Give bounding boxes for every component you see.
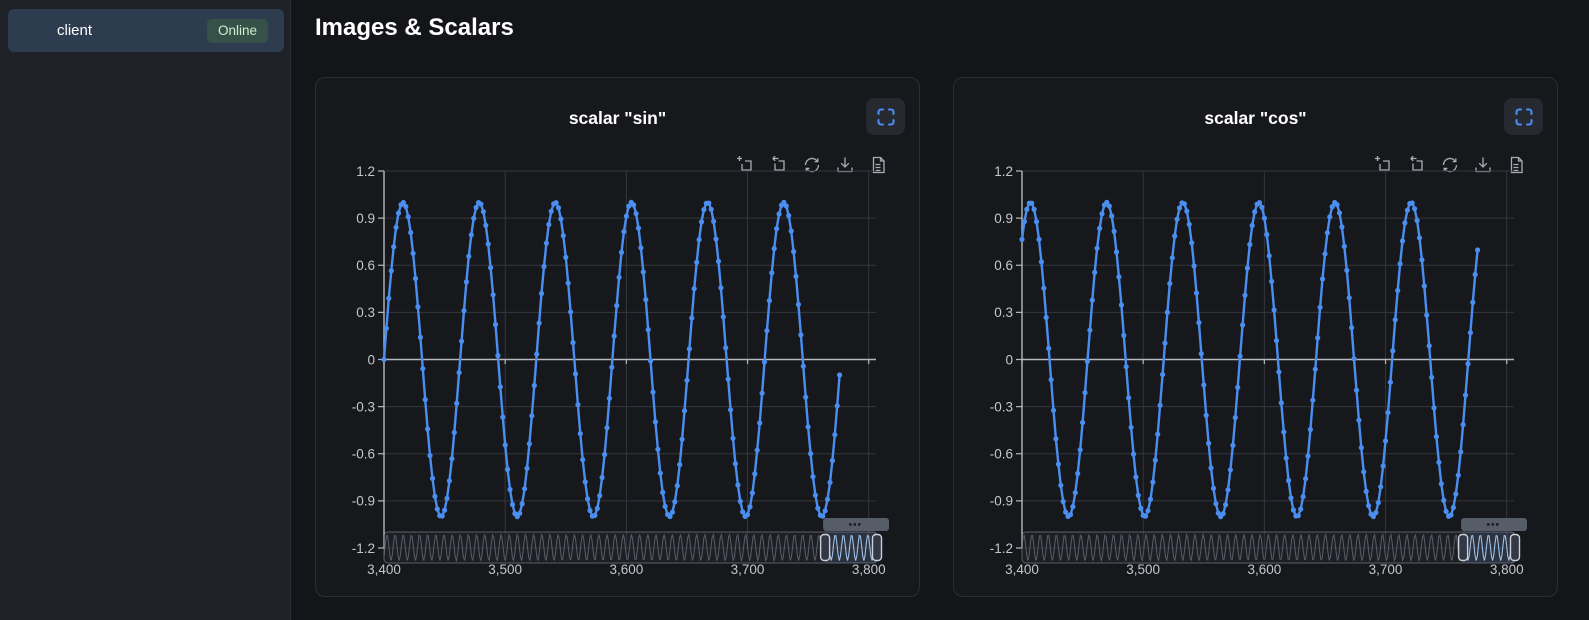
y-axis-label: 0 (367, 352, 375, 367)
main-content: Images & Scalars scalar "sin" (291, 0, 1589, 620)
fullscreen-expand-icon (876, 107, 896, 127)
y-axis-label: 0.3 (994, 305, 1013, 320)
chart-panel-sin: scalar "sin" (315, 77, 920, 597)
y-axis-label: -1.2 (990, 541, 1013, 556)
x-axis-label: 3,800 (852, 562, 886, 577)
move-handle-dots-icon (858, 523, 861, 526)
fullscreen-expand-icon (1514, 107, 1534, 127)
y-axis-label: -0.6 (990, 447, 1013, 462)
y-axis-label: 0.9 (994, 211, 1013, 226)
y-axis-label: 0.3 (356, 305, 375, 320)
y-axis-label: -0.3 (352, 399, 375, 414)
y-axis-label: -0.9 (990, 494, 1013, 509)
chart-canvas[interactable]: 1.20.90.60.30-0.3-0.6-0.9-1.23,4003,5003… (954, 171, 1557, 591)
chart-panel-cos: scalar "cos" (953, 77, 1558, 597)
move-handle-dots-icon (1496, 523, 1499, 526)
x-axis-label: 3,400 (1005, 562, 1039, 577)
x-axis-label: 3,700 (1369, 562, 1403, 577)
y-axis-label: 0 (1005, 352, 1013, 367)
y-axis-label: 0.6 (356, 258, 375, 273)
x-axis-label: 3,800 (1490, 562, 1524, 577)
sidebar: client Online (0, 0, 291, 620)
x-axis-label: 3,600 (609, 562, 643, 577)
datazoom-handle-right[interactable] (873, 535, 882, 561)
x-axis-label: 3,400 (367, 562, 401, 577)
online-status-badge: Online (207, 18, 268, 42)
datazoom-handle-right[interactable] (1511, 535, 1520, 561)
x-axis-label: 3,500 (488, 562, 522, 577)
datazoom-handle-left[interactable] (821, 535, 830, 561)
y-axis-label: -0.9 (352, 494, 375, 509)
move-handle-dots-icon (849, 523, 852, 526)
fullscreen-button[interactable] (866, 98, 905, 135)
chart-title: scalar "sin" (316, 108, 919, 129)
sidebar-item-label: client (8, 22, 92, 39)
y-axis-label: 1.2 (994, 164, 1013, 179)
y-axis-label: 0.9 (356, 211, 375, 226)
y-axis-label: -1.2 (352, 541, 375, 556)
chart-canvas[interactable]: 1.20.90.60.30-0.3-0.6-0.9-1.23,4003,5003… (316, 171, 919, 591)
y-axis-label: -0.3 (990, 399, 1013, 414)
y-axis-label: 1.2 (356, 164, 375, 179)
x-axis-label: 3,500 (1126, 562, 1160, 577)
chart-title: scalar "cos" (954, 108, 1557, 129)
y-axis-label: -0.6 (352, 447, 375, 462)
datazoom-handle-left[interactable] (1459, 535, 1468, 561)
x-axis-label: 3,700 (731, 562, 765, 577)
x-axis-label: 3,600 (1247, 562, 1281, 577)
fullscreen-button[interactable] (1504, 98, 1543, 135)
move-handle-dots-icon (854, 523, 857, 526)
move-handle-dots-icon (1487, 523, 1490, 526)
sidebar-item-client[interactable]: client Online (8, 9, 284, 52)
page-title: Images & Scalars (315, 14, 514, 42)
y-axis-label: 0.6 (994, 258, 1013, 273)
line-chart[interactable]: 1.20.90.60.30-0.3-0.6-0.9-1.23,4003,5003… (316, 171, 919, 589)
line-chart[interactable]: 1.20.90.60.30-0.3-0.6-0.9-1.23,4003,5003… (954, 171, 1557, 589)
move-handle-dots-icon (1492, 523, 1495, 526)
